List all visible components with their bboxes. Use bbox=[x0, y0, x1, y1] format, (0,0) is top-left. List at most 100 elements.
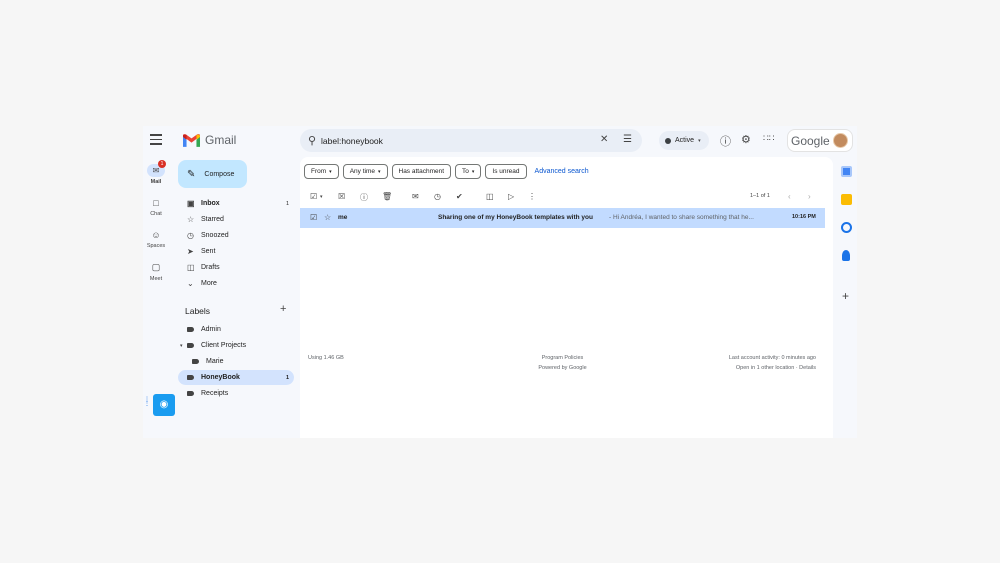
draft-icon: ◫ bbox=[187, 263, 195, 272]
move-to-icon[interactable]: ◫ bbox=[486, 192, 494, 201]
floating-action-button[interactable]: ◉ bbox=[153, 394, 175, 416]
report-spam-icon[interactable]: ⓘ bbox=[360, 192, 368, 203]
sidebar-item-label: More bbox=[201, 280, 217, 287]
avatar[interactable] bbox=[832, 133, 848, 148]
mail-icon: ✉ bbox=[152, 166, 160, 175]
sidebar-item-label-honeybook[interactable]: HoneyBook 1 bbox=[178, 370, 294, 385]
main-menu-icon[interactable] bbox=[150, 134, 162, 146]
mark-read-icon[interactable]: ✉ bbox=[412, 192, 419, 201]
select-dropdown-icon[interactable]: ▾ bbox=[320, 194, 323, 200]
compose-button[interactable]: ✎ Compose bbox=[178, 160, 247, 188]
sidebar-item-label: Admin bbox=[201, 326, 221, 333]
contacts-icon[interactable] bbox=[842, 250, 850, 261]
chip-label: Any time bbox=[349, 168, 375, 175]
rail-item-spaces[interactable]: ☺ Spaces bbox=[143, 230, 169, 249]
label-tag-icon bbox=[192, 359, 199, 364]
add-label-icon[interactable]: + bbox=[280, 303, 286, 315]
status-label: Active bbox=[675, 137, 695, 144]
filter-chip-any-time[interactable]: Any time ▾ bbox=[342, 164, 388, 179]
footer-center: Program Policies Powered by Google bbox=[500, 353, 625, 373]
label-tag-icon bbox=[187, 375, 194, 380]
archive-icon[interactable]: ☒ bbox=[338, 192, 345, 201]
details-link[interactable]: Open in 1 other location · Details bbox=[736, 365, 816, 371]
sidebar-item-snoozed[interactable]: ◷ Snoozed bbox=[178, 228, 294, 243]
sidebar-item-label-receipts[interactable]: Receipts bbox=[178, 386, 294, 401]
sidebar-item-label: Starred bbox=[201, 216, 224, 223]
sidebar-item-label: Receipts bbox=[201, 390, 229, 397]
search-options-icon[interactable]: ☰ bbox=[623, 134, 632, 145]
tasks-icon[interactable] bbox=[841, 222, 852, 233]
sidebar-item-starred[interactable]: ☆ Starred bbox=[178, 212, 294, 227]
add-task-icon[interactable]: ✔ bbox=[456, 192, 463, 201]
table-row[interactable]: ☑ ☆ me Sharing one of my HoneyBook templ… bbox=[300, 208, 825, 228]
inbox-count: 1 bbox=[285, 200, 289, 207]
account-activity: Last account activity: 0 minutes ago Ope… bbox=[666, 353, 816, 373]
gmail-logo[interactable]: Gmail bbox=[183, 133, 236, 147]
sidebar-item-label-marie[interactable]: Marie bbox=[178, 354, 294, 369]
circle-dot-icon: ◉ bbox=[159, 399, 169, 410]
settings-gear-icon[interactable]: ⚙ bbox=[741, 133, 751, 146]
status-button[interactable]: Active ▾ bbox=[659, 131, 709, 150]
pagination-text: 1–1 of 1 bbox=[750, 193, 770, 199]
search-bar: ⚲ ✕ ☰ bbox=[300, 129, 642, 152]
list-toolbar: ☑ ▾ ☒ ⓘ 🗑 ✉ ◷ ✔ ◫ ▷ ⋮ 1–1 of 1 ‹ › bbox=[310, 192, 830, 204]
sidebar-item-label: HoneyBook bbox=[201, 374, 240, 381]
sidebar-item-inbox[interactable]: ▣ Inbox 1 bbox=[178, 196, 294, 211]
add-addon-icon[interactable]: + bbox=[842, 289, 849, 303]
label-icon[interactable]: ▷ bbox=[508, 192, 514, 201]
sidebar-item-more[interactable]: ⌄ More bbox=[178, 276, 294, 291]
rail-item-chat[interactable]: □ Chat bbox=[143, 198, 169, 217]
filter-chip-is-unread[interactable]: Is unread bbox=[485, 164, 527, 179]
chip-label: Is unread bbox=[492, 168, 520, 175]
program-policies-link[interactable]: Program Policies bbox=[542, 355, 584, 361]
chevron-down-icon: ▾ bbox=[377, 168, 381, 175]
rail-item-mail[interactable]: ✉ 1 Mail bbox=[143, 160, 169, 185]
chevron-down-icon: ▾ bbox=[471, 168, 475, 175]
select-all-checkbox-icon[interactable]: ☑ bbox=[310, 192, 317, 201]
keep-icon[interactable] bbox=[841, 194, 852, 205]
account-switcher[interactable]: Google bbox=[787, 129, 853, 152]
mail-unread-badge: 1 bbox=[158, 160, 166, 168]
email-subject: Sharing one of my HoneyBook templates wi… bbox=[438, 214, 593, 221]
advanced-search-link[interactable]: Advanced search bbox=[535, 164, 589, 179]
star-icon[interactable]: ☆ bbox=[324, 213, 331, 222]
search-filter-chips: From ▾ Any time ▾ Has attachment To ▾ Is… bbox=[304, 164, 589, 179]
filter-chip-from[interactable]: From ▾ bbox=[304, 164, 339, 179]
caret-down-icon[interactable]: ▾ bbox=[180, 343, 187, 349]
sidebar-item-drafts[interactable]: ◫ Drafts bbox=[178, 260, 294, 275]
delete-icon[interactable]: 🗑 bbox=[382, 192, 392, 201]
storage-usage: Using 1.46 GB bbox=[308, 353, 344, 363]
calendar-icon[interactable] bbox=[841, 166, 852, 177]
help-icon[interactable]: ⓘ bbox=[720, 133, 731, 149]
sidebar-item-label: Snoozed bbox=[201, 232, 229, 239]
email-snippet: - Hi Andréa, I wanted to share something… bbox=[609, 214, 754, 221]
more-options-icon[interactable]: ⋮ bbox=[528, 192, 536, 201]
chip-label: Has attachment bbox=[398, 168, 445, 175]
gmail-app: Gmail ⚲ ✕ ☰ Active ▾ ⓘ ⚙ ∷∷ Google ✉ 1 M… bbox=[143, 126, 857, 438]
drag-handle-icon[interactable]: ⋮ ⋮ bbox=[144, 397, 150, 407]
clear-search-icon[interactable]: ✕ bbox=[600, 134, 608, 145]
chevron-left-icon[interactable]: ‹ bbox=[788, 192, 791, 201]
filter-chip-to[interactable]: To ▾ bbox=[455, 164, 482, 179]
mail-rail-icon-pill: ✉ 1 bbox=[147, 160, 166, 177]
filter-chip-has-attachment[interactable]: Has attachment bbox=[391, 164, 452, 179]
rail-label-spaces: Spaces bbox=[146, 243, 166, 249]
chevron-down-icon: ⌄ bbox=[187, 279, 194, 288]
row-checkbox-icon[interactable]: ☑ bbox=[310, 213, 317, 222]
spaces-icon: ☺ bbox=[151, 230, 161, 240]
rail-label-chat: Chat bbox=[150, 211, 162, 217]
sidebar-item-label-client-projects[interactable]: ▾ Client Projects bbox=[178, 338, 294, 353]
label-tag-icon bbox=[187, 391, 194, 396]
search-input[interactable] bbox=[321, 132, 581, 149]
sidebar-item-label: Drafts bbox=[201, 264, 220, 271]
sidebar-item-sent[interactable]: ➤ Sent bbox=[178, 244, 294, 259]
rail-item-meet[interactable]: ▢ Meet bbox=[143, 262, 169, 282]
clock-icon: ◷ bbox=[187, 231, 194, 240]
powered-by-text: Powered by Google bbox=[538, 365, 587, 371]
star-icon: ☆ bbox=[187, 215, 195, 224]
snooze-icon[interactable]: ◷ bbox=[434, 192, 441, 201]
search-icon[interactable]: ⚲ bbox=[308, 134, 316, 147]
apps-grid-icon[interactable]: ∷∷ bbox=[763, 133, 774, 144]
sidebar-item-label-admin[interactable]: Admin bbox=[178, 322, 294, 337]
chevron-right-icon[interactable]: › bbox=[808, 192, 811, 201]
